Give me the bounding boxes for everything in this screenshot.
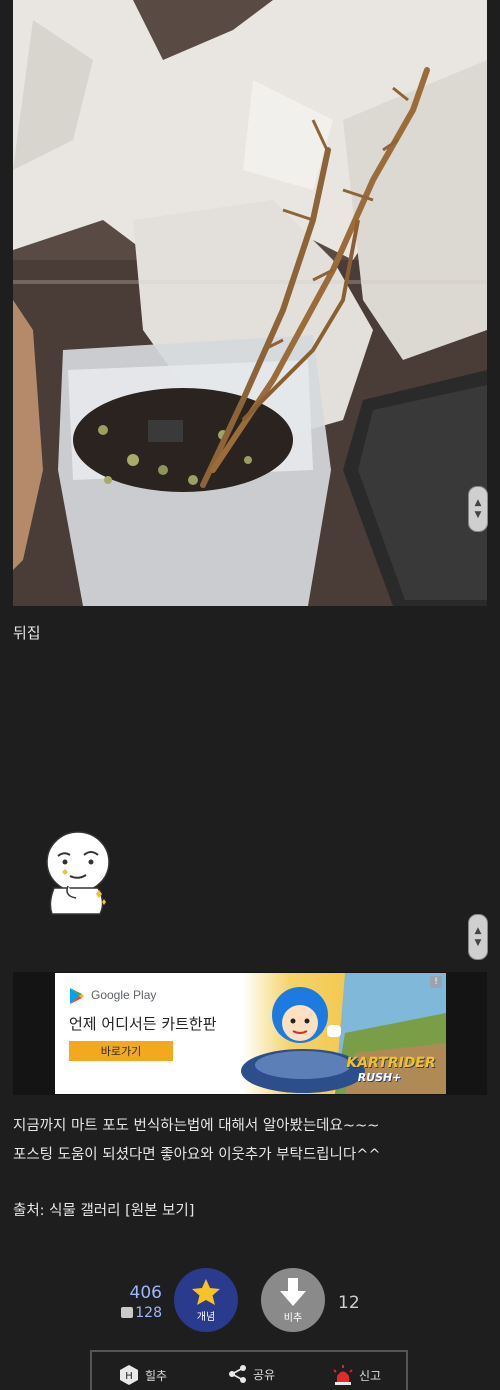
chevron-down-icon[interactable]: ▼ xyxy=(475,937,482,949)
star-icon xyxy=(192,1278,220,1305)
post-action-bar: H 힐추 공유 신고 xyxy=(90,1350,408,1390)
google-play-label: Google Play xyxy=(91,988,157,1002)
emoticon-sticker xyxy=(40,828,118,918)
report-button[interactable]: 신고 xyxy=(332,1364,381,1386)
scroll-control-bottom[interactable]: ▲ ▼ xyxy=(468,914,488,960)
upvote-sub-count: 128 xyxy=(118,1305,162,1321)
recommend-label: 힐추 xyxy=(145,1368,168,1383)
body-text-line1: 지금까지 마트 포도 번식하는법에 대해서 알아봤는데요~~~ xyxy=(13,1118,380,1134)
google-play-icon xyxy=(70,988,84,1004)
ad-cta-button[interactable]: 바로가기 xyxy=(69,1041,173,1061)
share-icon xyxy=(229,1365,246,1383)
ad-info-icon[interactable]: ! xyxy=(430,976,442,988)
game-logo: KARTRIDER RUSH+ xyxy=(342,1055,437,1084)
ad-banner[interactable]: Google Play 언제 어디서든 카트한판 바로가기 KARTRIDER … xyxy=(13,972,487,1095)
upvote-button[interactable]: 개념 xyxy=(174,1268,238,1332)
post-caption: 뒤집 xyxy=(13,624,41,642)
downvote-button[interactable]: 비추 xyxy=(261,1268,325,1332)
fixed-nick-icon xyxy=(121,1307,134,1318)
recommend-button[interactable]: H 힐추 xyxy=(118,1364,167,1386)
siren-icon xyxy=(333,1365,353,1385)
svg-text:H: H xyxy=(125,1371,133,1382)
body-text-line2: 포스팅 도움이 되셨다면 좋아요와 이웃추가 부탁드립니다^^ xyxy=(13,1147,381,1163)
chevron-up-icon[interactable]: ▲ xyxy=(475,497,482,509)
hit-icon: H xyxy=(120,1365,138,1385)
report-label: 신고 xyxy=(359,1368,382,1383)
ad-content[interactable]: Google Play 언제 어디서든 카트한판 바로가기 KARTRIDER … xyxy=(55,973,446,1094)
upvote-label: 개념 xyxy=(196,1311,216,1323)
game-logo-line2: RUSH+ xyxy=(356,1071,403,1084)
source-text[interactable]: 출처: 식물 갤러리 [원본 보기] xyxy=(13,1199,194,1220)
game-logo-line1: KARTRIDER xyxy=(344,1055,437,1071)
downvote-label: 비추 xyxy=(283,1312,303,1324)
scroll-control-top[interactable]: ▲ ▼ xyxy=(468,486,488,532)
downvote-count: 12 xyxy=(338,1293,360,1313)
upvote-sub-count-value: 128 xyxy=(135,1305,162,1321)
chevron-down-icon[interactable]: ▼ xyxy=(475,509,482,521)
share-button[interactable]: 공유 xyxy=(228,1364,275,1384)
upvote-count: 406 xyxy=(129,1283,162,1303)
ad-headline: 언제 어디서든 카트한판 xyxy=(69,1015,217,1033)
share-label: 공유 xyxy=(253,1367,276,1382)
chevron-up-icon[interactable]: ▲ xyxy=(475,925,482,937)
arrow-down-icon xyxy=(280,1277,306,1306)
post-photo xyxy=(13,0,487,606)
